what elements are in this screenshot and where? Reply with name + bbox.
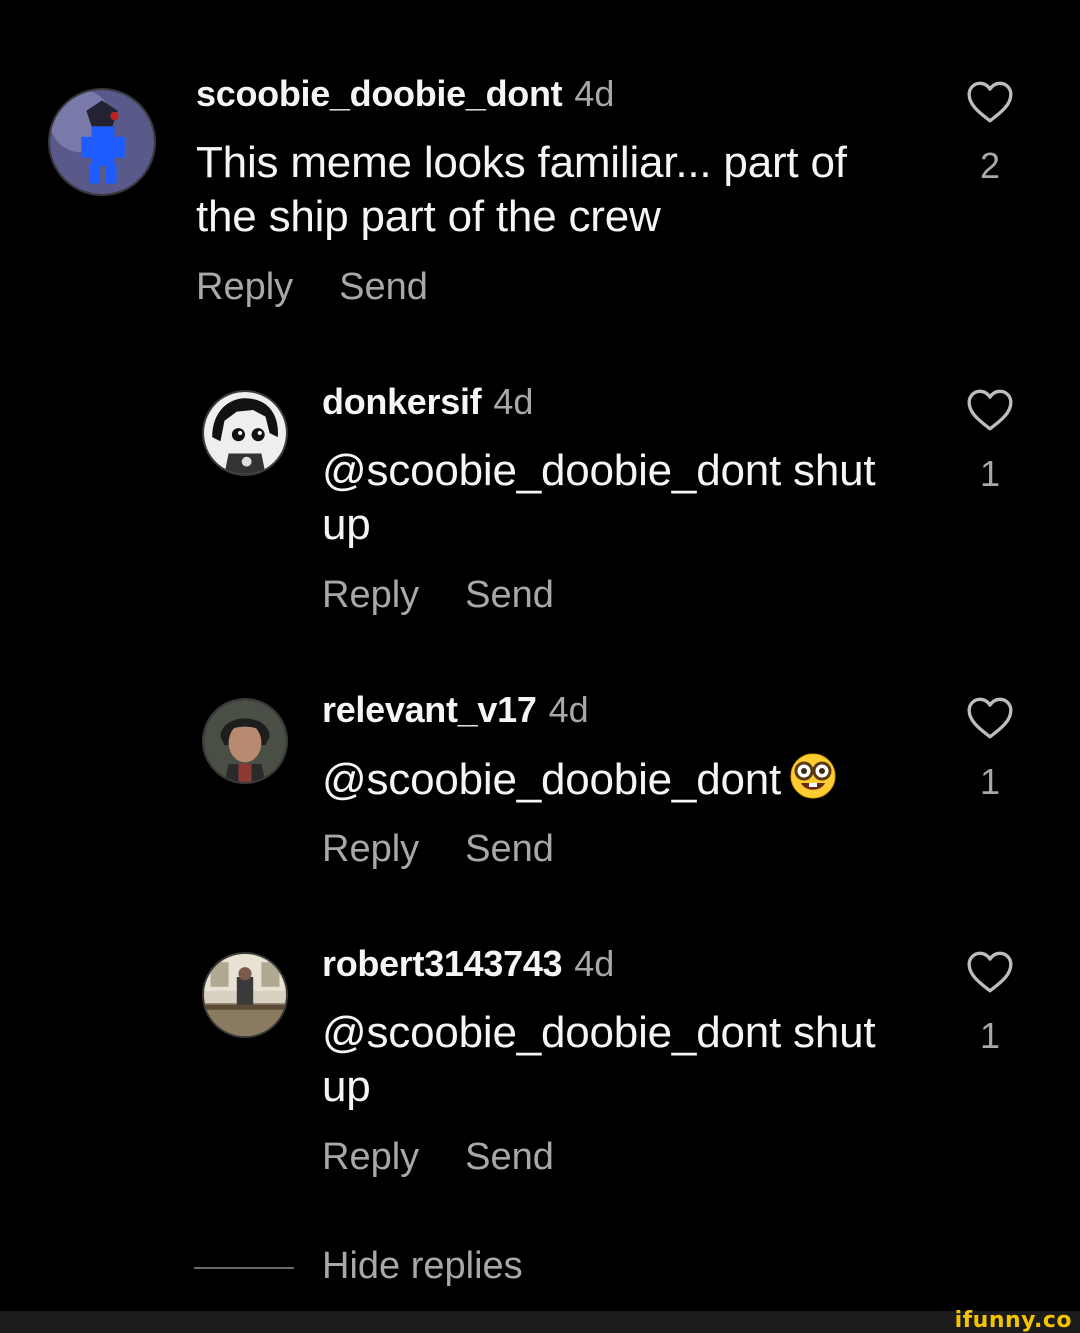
send-button[interactable]: Send	[465, 574, 554, 616]
avatar-image	[50, 90, 154, 194]
comment-actions: Reply Send	[322, 1134, 554, 1180]
comment-text-content: @scoobie_doobie_dont	[322, 755, 782, 804]
hide-replies-button[interactable]: Hide replies	[194, 1244, 523, 1288]
reply-button[interactable]: Reply	[196, 266, 293, 308]
like-count: 1	[979, 761, 1001, 802]
comment-age: 4d	[574, 943, 615, 984]
send-button[interactable]: Send	[465, 828, 554, 870]
ifunny-watermark: ifunny.co	[954, 1308, 1072, 1333]
avatar-image	[204, 700, 286, 782]
heart-outline-icon[interactable]	[965, 694, 1015, 740]
hide-replies-label: Hide replies	[322, 1245, 523, 1287]
avatar-image	[204, 392, 286, 474]
comment-meta: robert3143743 4d	[322, 942, 614, 986]
username[interactable]: relevant_v17	[322, 689, 537, 730]
comment-text: @scoobie_doobie_dont shut up	[322, 446, 876, 549]
comment-age: 4d	[548, 689, 589, 730]
like-count: 2	[979, 145, 1001, 186]
comment-meta: donkersif 4d	[322, 380, 533, 424]
comment-actions: Reply Send	[196, 264, 428, 310]
avatar[interactable]	[202, 390, 288, 476]
nerd-face-icon	[790, 753, 836, 799]
username[interactable]: donkersif	[322, 381, 482, 422]
comment-text: @scoobie_doobie_dont	[322, 752, 922, 807]
divider	[194, 1266, 294, 1269]
reply-button[interactable]: Reply	[322, 828, 419, 870]
avatar-image	[204, 954, 286, 1036]
send-button[interactable]: Send	[465, 1136, 554, 1178]
avatar[interactable]	[48, 88, 156, 196]
comment-meta: relevant_v17 4d	[322, 688, 589, 732]
heart-outline-icon[interactable]	[965, 948, 1015, 994]
comment-actions: Reply Send	[322, 826, 554, 872]
comment-age: 4d	[574, 73, 615, 114]
comment-age: 4d	[493, 381, 534, 422]
footer-bar	[0, 1311, 1080, 1333]
comment-meta: scoobie_doobie_dont 4d	[196, 72, 614, 116]
reply-button[interactable]: Reply	[322, 574, 419, 616]
username[interactable]: scoobie_doobie_dont	[196, 73, 563, 114]
heart-outline-icon[interactable]	[965, 78, 1015, 124]
send-button[interactable]: Send	[339, 266, 428, 308]
avatar[interactable]	[202, 952, 288, 1038]
reply-button[interactable]: Reply	[322, 1136, 419, 1178]
heart-outline-icon[interactable]	[965, 386, 1015, 432]
username[interactable]: robert3143743	[322, 943, 563, 984]
comment-text: @scoobie_doobie_dont shut up	[322, 1008, 876, 1111]
comment-text: This meme looks familiar... part of the …	[196, 138, 847, 241]
like-count: 1	[979, 453, 1001, 494]
comment-actions: Reply Send	[322, 572, 554, 618]
avatar[interactable]	[202, 698, 288, 784]
like-count: 1	[979, 1015, 1001, 1056]
